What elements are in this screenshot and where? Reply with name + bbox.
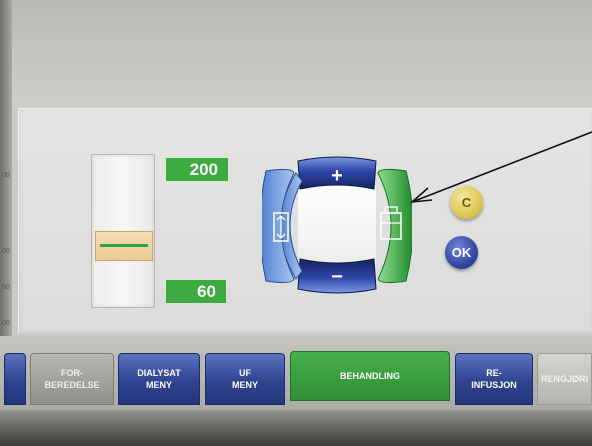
edge-scale-mark: 00 <box>2 172 10 179</box>
minus-button[interactable]: − <box>297 258 377 294</box>
plus-button[interactable]: + <box>297 156 377 190</box>
tab-label: RE- INFUSJON <box>471 368 517 390</box>
tab-label: DIALYSAT MENY <box>137 368 181 390</box>
limit-slider-handle[interactable] <box>95 231 153 261</box>
adjust-control-cluster: + − <box>262 156 412 294</box>
edge-scale-mark: 00 <box>2 320 10 327</box>
expand-range-button[interactable] <box>262 168 303 284</box>
tab-forberedelse[interactable]: FOR- BEREDELSE <box>30 353 114 405</box>
tab-rengjoring[interactable]: RENGJØRI <box>537 353 592 405</box>
edge-scale-mark: 50 <box>2 284 10 291</box>
tab-label: RENGJØRI <box>540 374 588 384</box>
arrow-pointer-icon <box>409 131 592 204</box>
tab-label: BEHANDLING <box>340 371 400 381</box>
screen-bezel-bottom <box>0 410 592 446</box>
tab-label: UF MENY <box>231 368 258 390</box>
tab-partial-left[interactable] <box>4 353 26 405</box>
minus-icon: − <box>331 266 343 288</box>
plus-icon: + <box>331 165 343 187</box>
screen-background-top <box>0 0 592 108</box>
ok-button[interactable]: OK <box>445 236 478 269</box>
lower-limit-value[interactable]: 60 <box>166 280 226 303</box>
tab-uf-meny[interactable]: UF MENY <box>205 353 285 405</box>
tab-behandling[interactable]: BEHANDLING <box>290 351 450 401</box>
edge-scale-mark: 00 <box>2 248 10 255</box>
tab-label: FOR- BEREDELSE <box>44 368 100 390</box>
tab-dialysat-meny[interactable]: DIALYSAT MENY <box>118 353 200 405</box>
slider-handle-indicator <box>100 244 148 247</box>
tab-reinfusjon[interactable]: RE- INFUSJON <box>455 353 533 405</box>
control-center-display <box>298 185 376 269</box>
upper-limit-value[interactable]: 200 <box>166 158 228 181</box>
